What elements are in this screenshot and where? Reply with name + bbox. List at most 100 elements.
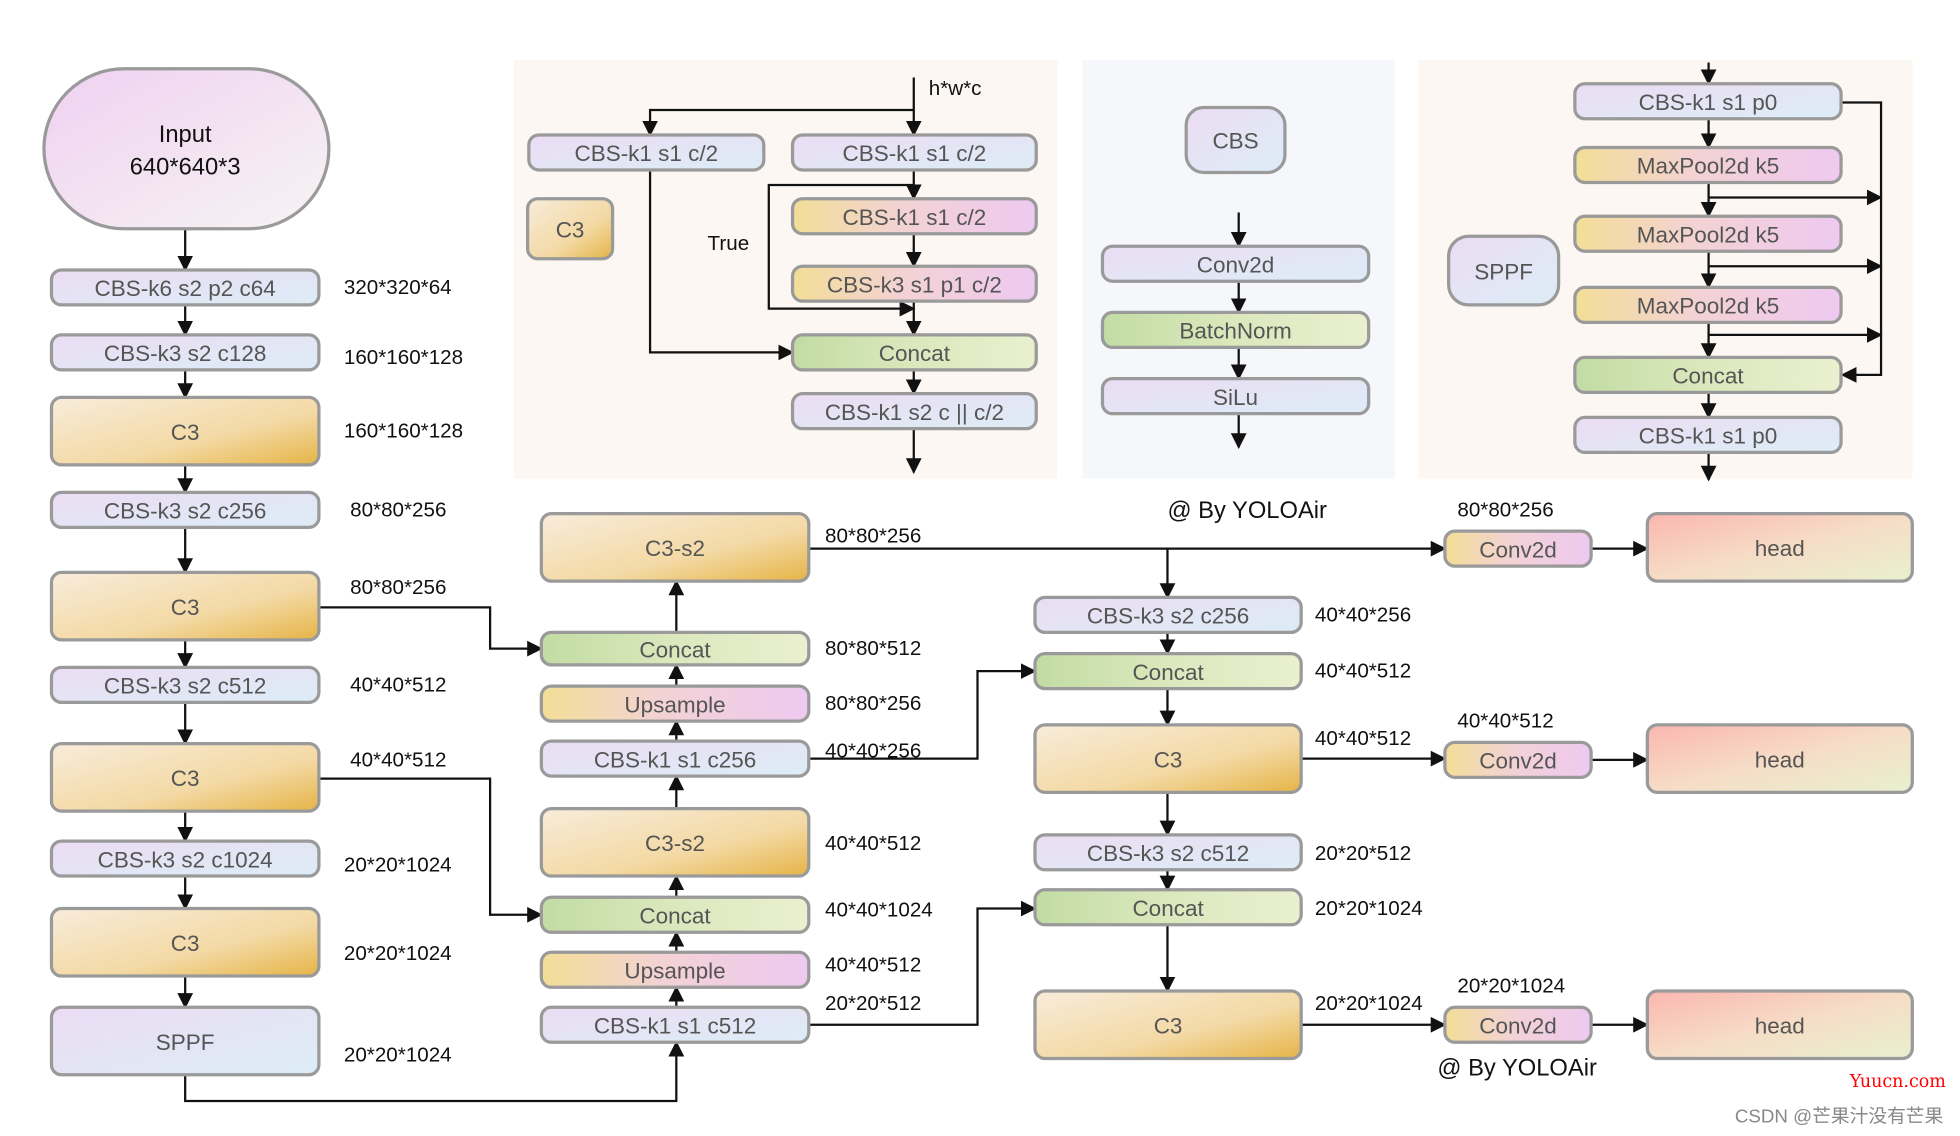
- pan-block: C3: [1033, 989, 1303, 1061]
- sppf-panel-block: CBS-k1 s1 p0: [1573, 82, 1843, 121]
- sppf-panel-block-label: MaxPool2d k5: [1637, 222, 1779, 247]
- pan-block-label: C3: [1154, 1014, 1183, 1039]
- c3-panel-block: CBS-k3 s1 p1 c/2: [790, 264, 1038, 303]
- c3-panel-block-label: CBS-k1 s1 c/2: [574, 141, 718, 166]
- credit-text-bottom: @ By YOLOAir: [1437, 1056, 1597, 1082]
- backbone-block: C3: [49, 741, 321, 813]
- backbone-size-label: 40*40*512: [350, 673, 446, 696]
- c3-input-label: h*w*c: [929, 77, 982, 100]
- pan-size-label: 20*20*1024: [1315, 897, 1423, 920]
- neck-block-label: CBS-k1 s1 c256: [594, 747, 756, 772]
- neck-size-label: 80*80*256: [825, 525, 921, 548]
- input-node: [42, 67, 331, 231]
- backbone-block: CBS-k3 s2 c128: [49, 333, 321, 372]
- neck-block-label: Upsample: [624, 959, 725, 984]
- backbone-size-label: 20*20*1024: [344, 853, 452, 876]
- neck-block: Upsample: [539, 684, 811, 723]
- neck-size-label: 40*40*512: [825, 953, 921, 976]
- sppf-panel-block-label: Concat: [1672, 364, 1744, 389]
- c3-panel-block-label: CBS-k1 s1 c/2: [843, 205, 987, 230]
- pan-block: Concat: [1033, 651, 1303, 691]
- backbone-block-label: C3: [171, 766, 200, 791]
- detect-head-block-label: head: [1755, 536, 1805, 561]
- head-conv2d-block: Conv2d: [1443, 740, 1593, 779]
- c3-panel-block: Concat: [790, 333, 1038, 372]
- pan-size-label: 40*40*256: [1315, 603, 1411, 626]
- neck-block-label: C3-s2: [645, 536, 705, 561]
- cbs-panel-block: Conv2d: [1100, 244, 1371, 283]
- pan-block-label: CBS-k3 s2 c256: [1087, 604, 1249, 629]
- neck-size-label: 80*80*256: [825, 692, 921, 715]
- neck-block: Concat: [539, 630, 811, 667]
- input-node-shape: [42, 67, 331, 231]
- cbs-panel-block-label: BatchNorm: [1179, 319, 1291, 344]
- backbone-block-label: CBS-k3 s2 c512: [104, 674, 266, 699]
- detect-head-block-label: head: [1755, 1014, 1805, 1039]
- pan-block-label: Concat: [1132, 896, 1204, 921]
- head-size-label: 80*80*256: [1457, 498, 1553, 521]
- c3-panel-block-label: CBS-k1 s1 c/2: [843, 141, 987, 166]
- backbone-size-label: 40*40*512: [350, 748, 446, 771]
- input-title: Input: [159, 122, 212, 148]
- backbone-size-label: 160*160*128: [344, 346, 463, 369]
- backbone-block: C3: [49, 906, 321, 978]
- c3-panel-block: CBS-k1 s1 c/2: [527, 133, 766, 172]
- backbone-block: CBS-k3 s2 c256: [49, 490, 321, 530]
- pan-block-label: Concat: [1132, 660, 1204, 685]
- pan-size-label: 20*20*512: [1315, 842, 1411, 865]
- neck-block: C3-s2: [539, 806, 811, 878]
- backbone-size-label: 20*20*1024: [344, 942, 452, 965]
- pan-size-label: 40*40*512: [1315, 660, 1411, 683]
- pan-block-label: CBS-k3 s2 c512: [1087, 841, 1249, 866]
- neck-block-label: Upsample: [624, 692, 725, 717]
- cbs-panel-block: SiLu: [1100, 377, 1371, 416]
- sppf-panel-block: MaxPool2d k5: [1573, 145, 1843, 185]
- neck-size-label: 40*40*1024: [825, 898, 933, 921]
- neck-block: Upsample: [539, 950, 811, 989]
- backbone-block-label: CBS-k3 s2 c128: [104, 341, 266, 366]
- cbs-panel-block-label: SiLu: [1213, 385, 1258, 410]
- yolov5-architecture-diagram: CBS-k6 s2 p2 c64 CBS-k3 s2 c128 C3 CBS-k3 s…: [42, 59, 1946, 1127]
- pan-block-label: C3: [1154, 747, 1183, 772]
- neck-block: Concat: [539, 895, 811, 934]
- backbone-block-label: C3: [171, 420, 200, 445]
- c3-legend-block-label: C3: [556, 217, 585, 242]
- pan-size-label: 20*20*1024: [1315, 992, 1423, 1015]
- head-conv2d-block: Conv2d: [1443, 1005, 1593, 1044]
- backbone-block: CBS-k3 s2 c512: [49, 665, 321, 704]
- detect-head-block: head: [1645, 723, 1914, 794]
- pan-size-label: 40*40*512: [1315, 727, 1411, 750]
- detect-head-block: head: [1645, 989, 1914, 1061]
- c3-legend-block: C3: [525, 197, 615, 261]
- head-conv2d-block-label: Conv2d: [1479, 537, 1557, 562]
- neck-block-label: C3-s2: [645, 831, 705, 856]
- sppf-legend-block: SPPF: [1447, 234, 1561, 307]
- cbs-legend-block-label: CBS: [1212, 129, 1258, 154]
- cbs-panel-block: BatchNorm: [1100, 310, 1371, 350]
- neck-block-label: Concat: [639, 637, 711, 662]
- backbone-block: CBS-k3 s2 c1024: [49, 839, 321, 878]
- sppf-panel-block-label: CBS-k1 s1 p0: [1639, 90, 1778, 115]
- neck-size-label: 20*20*512: [825, 992, 921, 1015]
- pan-block: C3: [1033, 723, 1303, 794]
- sppf-panel-block-label: MaxPool2d k5: [1637, 154, 1779, 179]
- pan-block: Concat: [1033, 888, 1303, 927]
- sppf-panel-block: MaxPool2d k5: [1573, 214, 1843, 253]
- pan-block: CBS-k3 s2 c512: [1033, 833, 1303, 872]
- backbone-block-label: C3: [171, 931, 200, 956]
- neck-block: CBS-k1 s1 c512: [539, 1005, 811, 1044]
- backbone-block-label: C3: [171, 595, 200, 620]
- backbone-size-label: 160*160*128: [344, 420, 463, 443]
- pan-block: CBS-k3 s2 c256: [1033, 595, 1303, 634]
- sppf-panel-block: CBS-k1 s1 p0: [1573, 415, 1843, 455]
- neck-block-label: CBS-k1 s1 c512: [594, 1014, 756, 1039]
- detect-head-block: head: [1645, 512, 1914, 583]
- head-size-label: 40*40*512: [1457, 710, 1553, 733]
- head-size-label: 20*20*1024: [1457, 975, 1565, 998]
- sppf-legend-block-label: SPPF: [1474, 259, 1533, 284]
- backbone-block-label: CBS-k6 s2 p2 c64: [95, 276, 276, 301]
- c3-panel-block-label: CBS-k3 s1 p1 c/2: [827, 272, 1002, 297]
- credit-text-top: @ By YOLOAir: [1167, 498, 1327, 524]
- cbs-panel-block-label: Conv2d: [1197, 252, 1275, 277]
- site-watermark: Yuucn.com: [1849, 1072, 1946, 1092]
